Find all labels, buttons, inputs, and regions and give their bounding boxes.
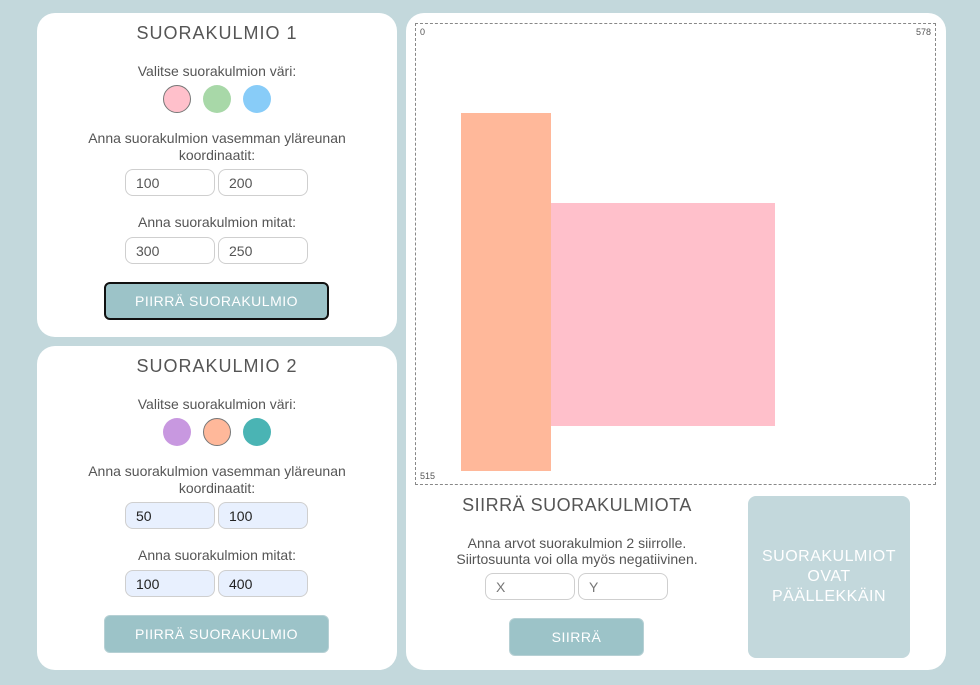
rectangle-2-coord-label: Anna suorakulmion vasemman yläreunan koo…	[88, 463, 346, 496]
canvas-width-label: 578	[915, 27, 931, 37]
rectangle-1-x-input[interactable]	[125, 169, 215, 196]
rectangle-2-x-input[interactable]	[125, 502, 215, 529]
overlap-status: SUORAKULMIOT OVAT PÄÄLLEKKÄIN	[748, 496, 910, 658]
rectangle-2-draw-button[interactable]: PIIRRÄ SUORAKULMIO	[104, 615, 329, 653]
rectangle-2-panel: SUORAKULMIO 2 Valitse suorakulmion väri:…	[37, 346, 397, 670]
rectangle-1-color-pink[interactable]	[163, 85, 191, 113]
move-x-input[interactable]	[485, 573, 575, 600]
rectangle-2-size-label: Anna suorakulmion mitat:	[138, 547, 296, 563]
canvas-origin-label: 0	[420, 27, 426, 37]
rectangle-1-draw-button[interactable]: PIIRRÄ SUORAKULMIO	[104, 282, 329, 320]
rectangle-1-width-input[interactable]	[125, 237, 215, 264]
move-instructions: Anna arvot suorakulmion 2 siirrolle. Sii…	[406, 535, 748, 567]
rectangle-1-y-input[interactable]	[218, 169, 308, 196]
rectangle-1-color-green[interactable]	[203, 85, 231, 113]
rectangle-2-color-teal[interactable]	[243, 418, 271, 446]
rectangle-2-height-input[interactable]	[218, 570, 308, 597]
drawing-canvas[interactable]: 0 578 515	[415, 23, 936, 485]
rectangle-2-color-purple[interactable]	[163, 418, 191, 446]
move-instructions-line-2: Siirtosuunta voi olla myös negatiivinen.	[456, 551, 698, 567]
move-instructions-line-1: Anna arvot suorakulmion 2 siirrolle.	[467, 535, 687, 551]
move-button[interactable]: SIIRRÄ	[509, 618, 644, 656]
rectangle-2-color-label: Valitse suorakulmion väri:	[137, 396, 297, 412]
rectangle-2-width-input[interactable]	[125, 570, 215, 597]
rectangle-1-height-input[interactable]	[218, 237, 308, 264]
move-title: SIIRRÄ SUORAKULMIOTA	[462, 495, 692, 515]
rectangle-1-title: SUORAKULMIO 1	[136, 23, 298, 43]
rectangle-2-title: SUORAKULMIO 2	[136, 356, 298, 376]
drawing-panel: 0 578 515 SIIRRÄ SUORAKULMIOTA Anna arvo…	[406, 13, 946, 670]
rectangle-2-shape	[460, 113, 551, 471]
rectangle-2-y-input[interactable]	[218, 502, 308, 529]
move-y-input[interactable]	[578, 573, 668, 600]
rectangle-1-color-blue[interactable]	[243, 85, 271, 113]
canvas-height-label: 515	[420, 471, 436, 481]
rectangle-1-panel: SUORAKULMIO 1 Valitse suorakulmion väri:…	[37, 13, 397, 337]
rectangle-1-size-label: Anna suorakulmion mitat:	[138, 214, 296, 230]
rectangle-1-color-label: Valitse suorakulmion väri:	[137, 63, 297, 79]
rectangle-1-coord-label: Anna suorakulmion vasemman yläreunan koo…	[88, 130, 346, 163]
rectangle-2-color-peach[interactable]	[203, 418, 231, 446]
